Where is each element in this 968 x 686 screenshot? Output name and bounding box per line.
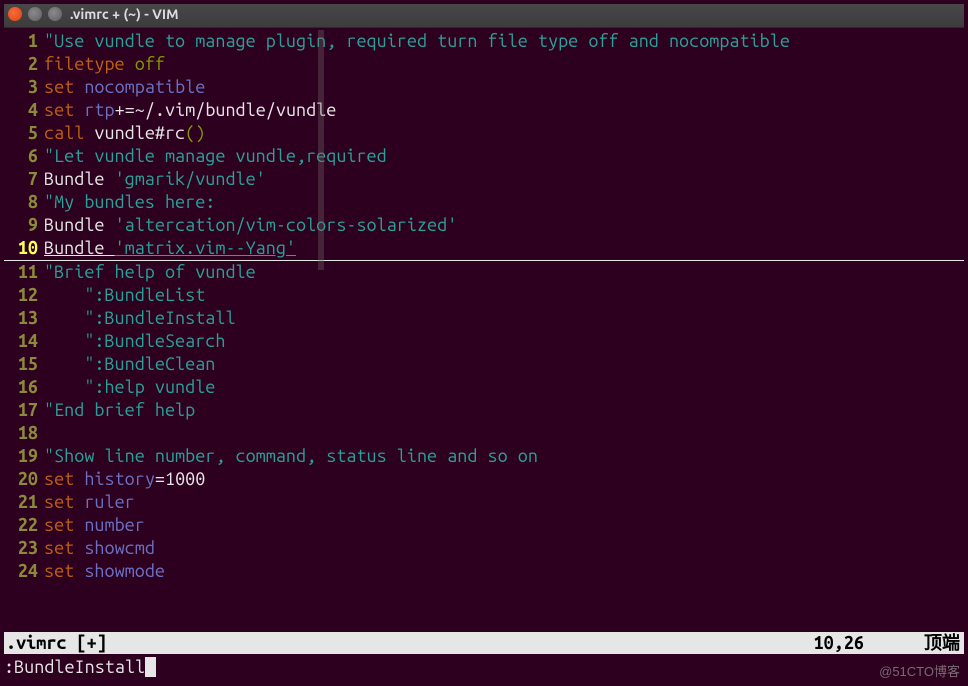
line-code: ":BundleInstall bbox=[44, 307, 968, 330]
status-filename: .vimrc [+] bbox=[4, 632, 814, 654]
code-line[interactable]: 20set history=1000 bbox=[0, 468, 968, 491]
code-line[interactable]: 8"My bundles here: bbox=[0, 191, 968, 214]
line-number: 6 bbox=[0, 145, 44, 168]
line-code: set ruler bbox=[44, 491, 968, 514]
code-line[interactable]: 4set rtp+=~/.vim/bundle/vundle bbox=[0, 99, 968, 122]
line-number: 23 bbox=[0, 537, 44, 560]
line-number: 11 bbox=[0, 261, 44, 284]
watermark: @51CTO博客 bbox=[879, 661, 960, 680]
line-number: 4 bbox=[0, 99, 44, 122]
line-code: Bundle 'matrix.vim--Yang' bbox=[44, 237, 968, 260]
maximize-icon[interactable] bbox=[48, 7, 62, 21]
line-code: filetype off bbox=[44, 53, 968, 76]
code-line[interactable]: 19"Show line number, command, status lin… bbox=[0, 445, 968, 468]
cursor-icon bbox=[145, 657, 156, 677]
command-line[interactable]: :BundleInstall bbox=[4, 656, 964, 678]
status-percent: 顶端 bbox=[924, 632, 964, 654]
line-number: 14 bbox=[0, 330, 44, 353]
code-line[interactable]: 12 ":BundleList bbox=[0, 284, 968, 307]
line-number: 7 bbox=[0, 168, 44, 191]
line-number: 3 bbox=[0, 76, 44, 99]
line-number: 18 bbox=[0, 422, 44, 445]
line-code: "Use vundle to manage plugin, required t… bbox=[44, 30, 968, 53]
code-line[interactable]: 17"End brief help bbox=[0, 399, 968, 422]
line-code: Bundle 'gmarik/vundle' bbox=[44, 168, 968, 191]
line-code: ":BundleList bbox=[44, 284, 968, 307]
line-code: "Brief help of vundle bbox=[44, 261, 968, 284]
line-number: 20 bbox=[0, 468, 44, 491]
window-titlebar: .vimrc + (~) - VIM bbox=[0, 0, 968, 28]
line-number: 22 bbox=[0, 514, 44, 537]
line-code: "My bundles here: bbox=[44, 191, 968, 214]
line-code: call vundle#rc() bbox=[44, 122, 968, 145]
code-line[interactable]: 13 ":BundleInstall bbox=[0, 307, 968, 330]
line-number: 24 bbox=[0, 560, 44, 583]
code-line[interactable]: 22set number bbox=[0, 514, 968, 537]
line-code: "End brief help bbox=[44, 399, 968, 422]
line-code: set number bbox=[44, 514, 968, 537]
code-line[interactable]: 11"Brief help of vundle bbox=[0, 261, 968, 284]
line-code: set showcmd bbox=[44, 537, 968, 560]
close-icon[interactable] bbox=[8, 7, 22, 21]
window-controls bbox=[8, 7, 62, 21]
code-line[interactable]: 21set ruler bbox=[0, 491, 968, 514]
code-line[interactable]: 5call vundle#rc() bbox=[0, 122, 968, 145]
line-code: set showmode bbox=[44, 560, 968, 583]
line-number: 5 bbox=[0, 122, 44, 145]
command-text: :BundleInstall bbox=[4, 657, 145, 677]
code-line[interactable]: 10Bundle 'matrix.vim--Yang' bbox=[0, 237, 968, 261]
line-number: 1 bbox=[0, 30, 44, 53]
line-number: 16 bbox=[0, 376, 44, 399]
line-code bbox=[44, 422, 968, 445]
code-line[interactable]: 15 ":BundleClean bbox=[0, 353, 968, 376]
window-title: .vimrc + (~) - VIM bbox=[70, 6, 179, 22]
minimize-icon[interactable] bbox=[28, 7, 42, 21]
line-number: 8 bbox=[0, 191, 44, 214]
line-number: 12 bbox=[0, 284, 44, 307]
line-code: "Let vundle manage vundle,required bbox=[44, 145, 968, 168]
line-number: 17 bbox=[0, 399, 44, 422]
line-code: "Show line number, command, status line … bbox=[44, 445, 968, 468]
code-line[interactable]: 9Bundle 'altercation/vim-colors-solarize… bbox=[0, 214, 968, 237]
status-position: 10,26 bbox=[814, 632, 924, 654]
code-line[interactable]: 16 ":help vundle bbox=[0, 376, 968, 399]
code-line[interactable]: 7Bundle 'gmarik/vundle' bbox=[0, 168, 968, 191]
code-line[interactable]: 6"Let vundle manage vundle,required bbox=[0, 145, 968, 168]
line-code: set rtp+=~/.vim/bundle/vundle bbox=[44, 99, 968, 122]
line-number: 10 bbox=[0, 237, 44, 260]
code-line[interactable]: 24set showmode bbox=[0, 560, 968, 583]
line-number: 21 bbox=[0, 491, 44, 514]
editor-area[interactable]: 1"Use vundle to manage plugin, required … bbox=[0, 28, 968, 583]
line-code: ":help vundle bbox=[44, 376, 968, 399]
code-line[interactable]: 1"Use vundle to manage plugin, required … bbox=[0, 30, 968, 53]
line-code: ":BundleSearch bbox=[44, 330, 968, 353]
code-line[interactable]: 23set showcmd bbox=[0, 537, 968, 560]
code-line[interactable]: 3set nocompatible bbox=[0, 76, 968, 99]
line-code: ":BundleClean bbox=[44, 353, 968, 376]
code-line[interactable]: 2filetype off bbox=[0, 53, 968, 76]
line-code: set nocompatible bbox=[44, 76, 968, 99]
line-number: 9 bbox=[0, 214, 44, 237]
line-number: 2 bbox=[0, 53, 44, 76]
status-bar: .vimrc [+] 10,26 顶端 bbox=[4, 632, 964, 654]
line-code: set history=1000 bbox=[44, 468, 968, 491]
line-number: 19 bbox=[0, 445, 44, 468]
code-line[interactable]: 14 ":BundleSearch bbox=[0, 330, 968, 353]
line-number: 13 bbox=[0, 307, 44, 330]
line-code: Bundle 'altercation/vim-colors-solarized… bbox=[44, 214, 968, 237]
code-line[interactable]: 18 bbox=[0, 422, 968, 445]
line-number: 15 bbox=[0, 353, 44, 376]
